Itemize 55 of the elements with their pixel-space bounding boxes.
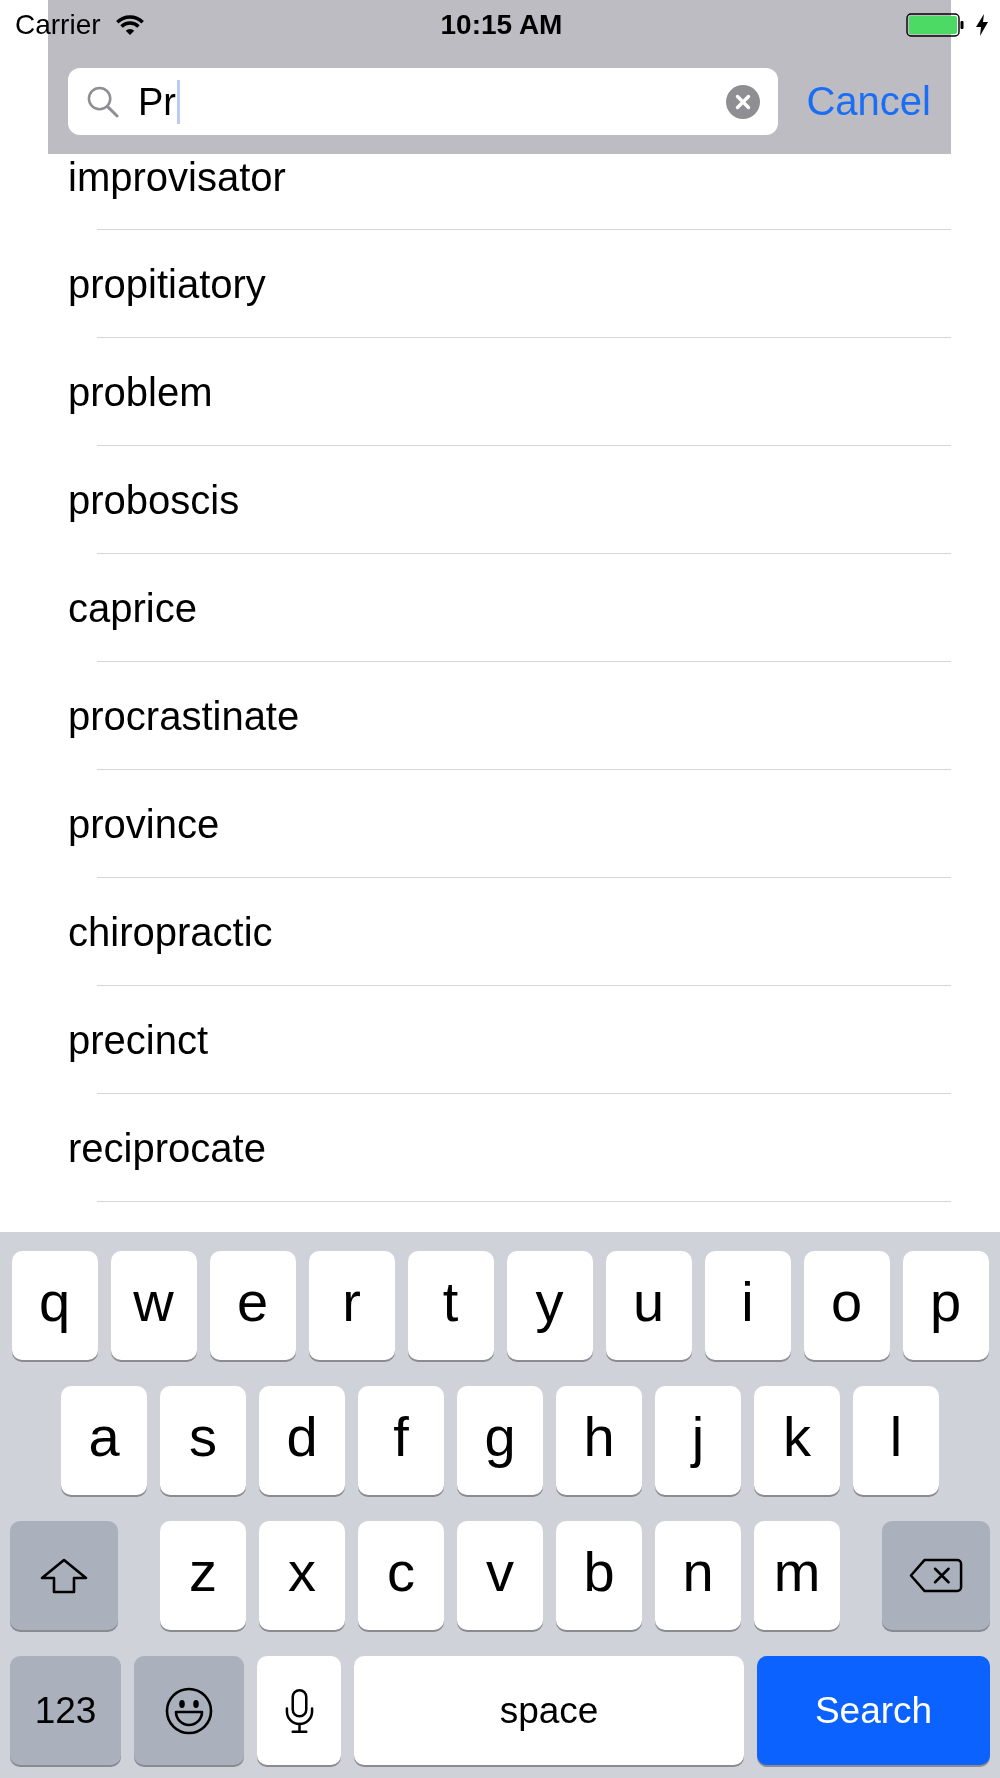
time-label: 10:15 AM [440, 9, 563, 41]
carrier-label: Carrier [15, 9, 101, 41]
letter-key[interactable]: d [259, 1386, 345, 1495]
microphone-icon [284, 1687, 314, 1734]
letter-key[interactable]: s [160, 1386, 246, 1495]
letter-key[interactable]: i [704, 1251, 791, 1360]
letter-key[interactable]: o [803, 1251, 890, 1360]
letter-key[interactable]: c [358, 1521, 444, 1630]
lightning-bolt-icon [976, 14, 988, 36]
letter-key[interactable]: a [61, 1386, 147, 1495]
letter-key[interactable]: p [902, 1251, 989, 1360]
letter-key[interactable]: g [457, 1386, 543, 1495]
emoji-key[interactable] [134, 1656, 244, 1765]
list-item[interactable]: proboscis [68, 476, 240, 523]
delete-key[interactable] [882, 1521, 990, 1630]
letter-key[interactable]: w [110, 1251, 197, 1360]
list-item[interactable]: precinct [68, 1016, 209, 1063]
list-item[interactable]: improvisator [68, 154, 286, 200]
battery-icon [906, 13, 964, 37]
shift-icon [40, 1557, 88, 1594]
letter-key[interactable]: q [11, 1251, 98, 1360]
list-item[interactable]: province [68, 800, 220, 847]
letter-key[interactable]: y [506, 1251, 593, 1360]
letter-key[interactable]: r [308, 1251, 395, 1360]
list-item[interactable]: procrastinate [68, 692, 300, 739]
smiley-icon [165, 1686, 213, 1735]
backspace-icon [909, 1558, 963, 1593]
list-item[interactable]: problem [68, 368, 213, 415]
space-key[interactable]: space [354, 1656, 744, 1765]
letter-key[interactable]: k [754, 1386, 840, 1495]
list-item[interactable]: chiropractic [68, 908, 273, 955]
shift-key[interactable] [10, 1521, 118, 1630]
letter-key[interactable]: z [160, 1521, 246, 1630]
letter-key[interactable]: u [605, 1251, 692, 1360]
list-item[interactable]: reciprocate [68, 1124, 266, 1171]
letter-key[interactable]: j [655, 1386, 741, 1495]
clear-icon[interactable] [726, 84, 761, 119]
search-key[interactable]: Search [757, 1656, 990, 1765]
letter-key[interactable]: b [556, 1521, 642, 1630]
numbers-key[interactable]: 123 [10, 1656, 121, 1765]
letter-key[interactable]: e [209, 1251, 296, 1360]
letter-key[interactable]: t [407, 1251, 494, 1360]
wifi-icon [114, 15, 145, 35]
letter-key[interactable]: l [853, 1386, 939, 1495]
list-item[interactable]: propitiatory [68, 260, 266, 307]
letter-key[interactable]: m [754, 1521, 840, 1630]
letter-key[interactable]: x [259, 1521, 345, 1630]
search-field[interactable]: Pr [68, 68, 779, 135]
letter-key[interactable]: v [457, 1521, 543, 1630]
letter-key[interactable]: f [358, 1386, 444, 1495]
list-item[interactable]: caprice [68, 584, 197, 631]
letter-key[interactable]: n [655, 1521, 741, 1630]
microphone-key[interactable] [257, 1656, 341, 1765]
letter-key[interactable]: h [556, 1386, 642, 1495]
search-icon [86, 85, 119, 118]
